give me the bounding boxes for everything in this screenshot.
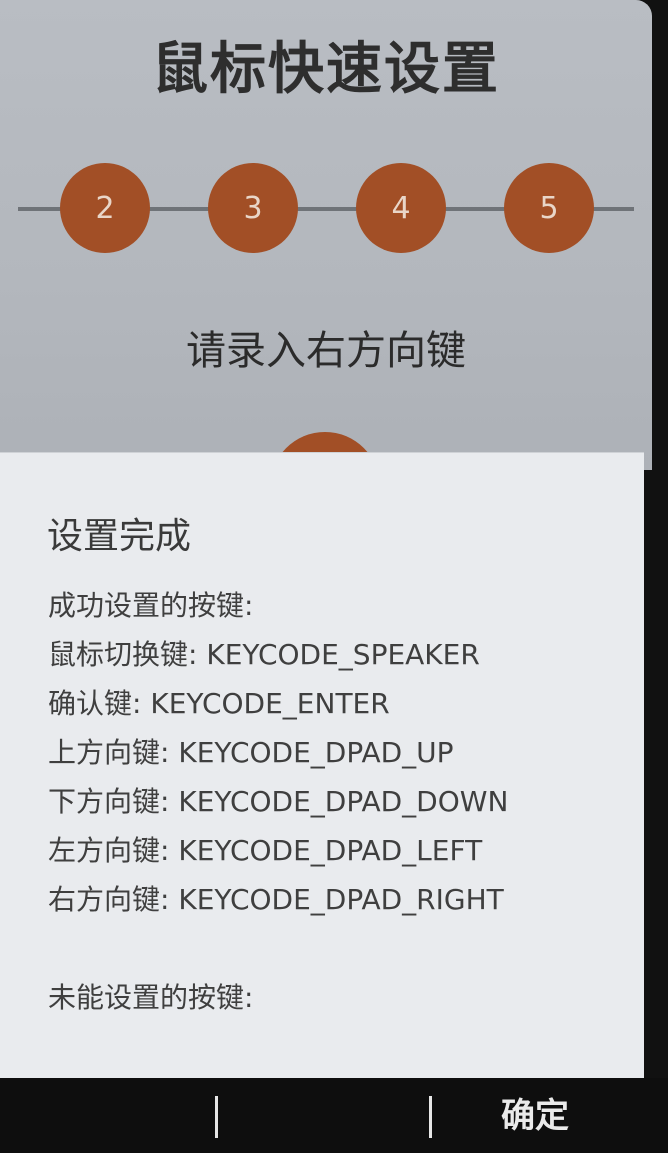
setup-complete-dialog: 设置完成 成功设置的按键: 鼠标切换键: KEYCODE_SPEAKER 确认键…: [0, 453, 644, 1078]
step-circle-5: 5: [504, 163, 594, 253]
dialog-title: 设置完成: [47, 516, 192, 557]
mapped-key-mouse-toggle: 鼠标切换键: KEYCODE_SPEAKER: [48, 638, 480, 671]
mapped-key-right: 右方向键: KEYCODE_DPAD_RIGHT: [48, 883, 504, 916]
mapped-key-down: 下方向键: KEYCODE_DPAD_DOWN: [48, 785, 509, 818]
failed-keys-header: 未能设置的按键:: [48, 981, 254, 1014]
phone-screen: 鼠标快速设置 2 3 4 5 请录入右方向键 设置完成 成功设置的按键: 鼠标切…: [0, 0, 668, 1153]
dialog-message: 成功设置的按键: 鼠标切换键: KEYCODE_SPEAKER 确认键: KEY…: [48, 581, 628, 1022]
wizard-instruction: 请录入右方向键: [186, 328, 466, 374]
mapped-key-up: 上方向键: KEYCODE_DPAD_UP: [48, 736, 454, 769]
softkey-bar: 确定: [0, 1078, 668, 1153]
mapped-key-left: 左方向键: KEYCODE_DPAD_LEFT: [48, 834, 483, 867]
step-circle-3: 3: [208, 163, 298, 253]
mouse-setup-wizard: 鼠标快速设置 2 3 4 5 请录入右方向键: [0, 0, 652, 470]
mapped-key-confirm: 确认键: KEYCODE_ENTER: [48, 687, 390, 720]
softkey-divider-left: [215, 1096, 218, 1138]
wizard-title: 鼠标快速设置: [152, 37, 500, 102]
left-softkey[interactable]: [20, 1092, 200, 1140]
confirm-softkey[interactable]: 确定: [450, 1092, 620, 1140]
step-circle-2: 2: [60, 163, 150, 253]
softkey-divider-right: [429, 1096, 432, 1138]
success-keys-header: 成功设置的按键:: [48, 589, 254, 622]
center-softkey[interactable]: [235, 1092, 415, 1140]
step-indicator: 2 3 4 5: [18, 163, 634, 255]
step-circle-4: 4: [356, 163, 446, 253]
